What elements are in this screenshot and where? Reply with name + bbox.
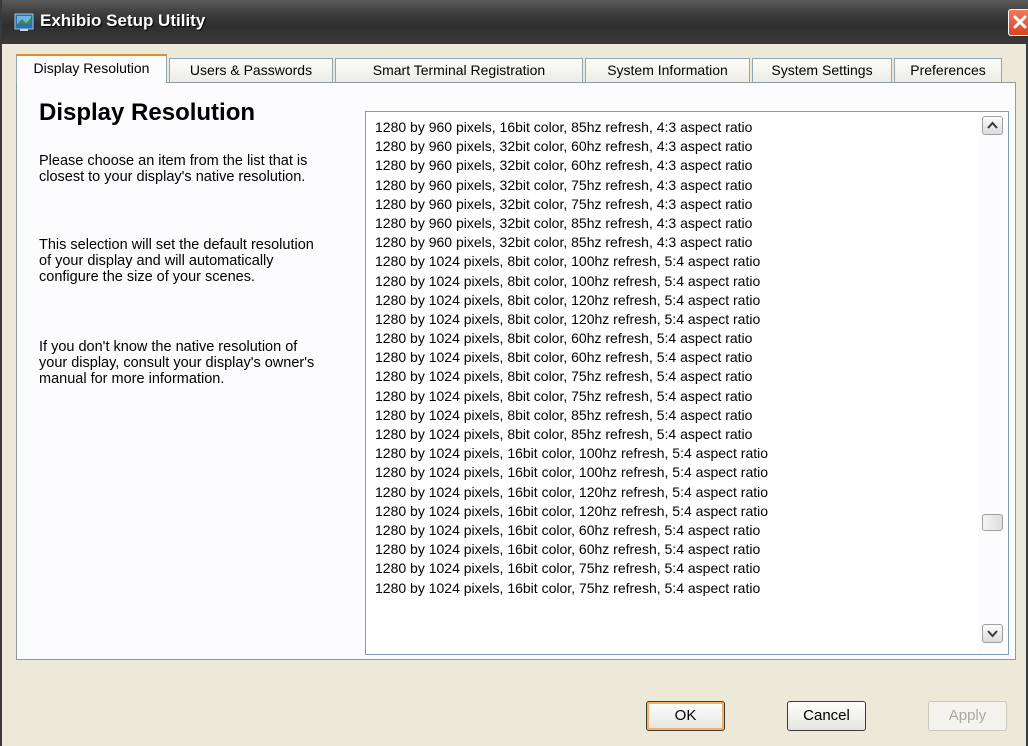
title-bar[interactable]: Exhibio Setup Utility: [2, 0, 1028, 44]
tab-users-passwords[interactable]: Users & Passwords: [169, 58, 333, 82]
tab-label: Display Resolution: [33, 60, 150, 76]
chevron-up-icon: [987, 121, 998, 129]
tab-display-resolution[interactable]: Display Resolution: [16, 54, 167, 83]
instruction-paragraph: Please choose an item from the list that…: [39, 153, 308, 185]
resolution-items: 1280 by 960 pixels, 16bit color, 85hz re…: [375, 118, 975, 598]
panel-title: Display Resolution: [39, 99, 256, 126]
cancel-button[interactable]: Cancel: [787, 701, 866, 731]
resolution-option[interactable]: 1280 by 1024 pixels, 8bit color, 100hz r…: [375, 252, 975, 271]
resolution-option[interactable]: 1280 by 960 pixels, 16bit color, 85hz re…: [375, 118, 975, 137]
scroll-up-button[interactable]: [982, 116, 1003, 135]
tab-system-information[interactable]: System Information: [585, 58, 750, 82]
tab-smart-terminal-registration[interactable]: Smart Terminal Registration: [335, 58, 583, 82]
close-icon: [1013, 15, 1027, 29]
tab-label: System Settings: [771, 62, 873, 78]
resolution-option[interactable]: 1280 by 960 pixels, 32bit color, 60hz re…: [375, 137, 975, 156]
resolution-option[interactable]: 1280 by 1024 pixels, 16bit color, 60hz r…: [375, 540, 975, 559]
tab-label: Preferences: [910, 62, 986, 78]
close-button[interactable]: [1008, 9, 1028, 36]
resolution-option[interactable]: 1280 by 1024 pixels, 16bit color, 120hz …: [375, 502, 975, 521]
window-title: Exhibio Setup Utility: [40, 11, 206, 30]
resolution-option[interactable]: 1280 by 960 pixels, 32bit color, 75hz re…: [375, 176, 975, 195]
explanation-paragraph: This selection will set the default reso…: [39, 237, 314, 285]
apply-button[interactable]: Apply: [928, 701, 1007, 731]
resolution-option[interactable]: 1280 by 1024 pixels, 8bit color, 75hz re…: [375, 367, 975, 386]
resolution-option[interactable]: 1280 by 960 pixels, 32bit color, 85hz re…: [375, 233, 975, 252]
vertical-scrollbar[interactable]: [978, 113, 1007, 653]
resolution-option[interactable]: 1280 by 1024 pixels, 16bit color, 75hz r…: [375, 579, 975, 598]
resolution-option[interactable]: 1280 by 1024 pixels, 8bit color, 75hz re…: [375, 387, 975, 406]
display-resolution-panel: Display Resolution Please choose an item…: [16, 82, 1016, 660]
resolution-option[interactable]: 1280 by 1024 pixels, 8bit color, 85hz re…: [375, 406, 975, 425]
resolution-option[interactable]: 1280 by 1024 pixels, 8bit color, 120hz r…: [375, 291, 975, 310]
resolution-option[interactable]: 1280 by 1024 pixels, 16bit color, 75hz r…: [375, 559, 975, 578]
tab-label: Smart Terminal Registration: [372, 62, 546, 78]
resolution-option[interactable]: 1280 by 1024 pixels, 8bit color, 60hz re…: [375, 348, 975, 367]
resolution-option[interactable]: 1280 by 1024 pixels, 8bit color, 85hz re…: [375, 425, 975, 444]
help-paragraph: If you don't know the native resolution …: [39, 339, 315, 387]
resolution-listbox[interactable]: 1280 by 960 pixels, 16bit color, 85hz re…: [365, 111, 1009, 655]
resolution-option[interactable]: 1280 by 1024 pixels, 16bit color, 120hz …: [375, 483, 975, 502]
resolution-option[interactable]: 1280 by 1024 pixels, 16bit color, 60hz r…: [375, 521, 975, 540]
resolution-option[interactable]: 1280 by 1024 pixels, 8bit color, 100hz r…: [375, 272, 975, 291]
tab-label: System Information: [607, 62, 728, 78]
resolution-option[interactable]: 1280 by 960 pixels, 32bit color, 60hz re…: [375, 156, 975, 175]
resolution-option[interactable]: 1280 by 960 pixels, 32bit color, 75hz re…: [375, 195, 975, 214]
resolution-option[interactable]: 1280 by 960 pixels, 32bit color, 85hz re…: [375, 214, 975, 233]
tab-system-settings[interactable]: System Settings: [752, 58, 892, 82]
resolution-option[interactable]: 1280 by 1024 pixels, 16bit color, 100hz …: [375, 444, 975, 463]
ok-button[interactable]: OK: [646, 701, 725, 731]
scrollbar-thumb[interactable]: [982, 514, 1003, 531]
resolution-option[interactable]: 1280 by 1024 pixels, 8bit color, 120hz r…: [375, 310, 975, 329]
chevron-down-icon: [987, 630, 998, 638]
resolution-option[interactable]: 1280 by 1024 pixels, 16bit color, 100hz …: [375, 463, 975, 482]
exhibio-app-icon: [14, 12, 34, 32]
resolution-option[interactable]: 1280 by 1024 pixels, 8bit color, 60hz re…: [375, 329, 975, 348]
scroll-down-button[interactable]: [982, 624, 1003, 643]
tab-preferences[interactable]: Preferences: [894, 58, 1002, 82]
setup-window: Exhibio Setup Utility Display Resolution…: [0, 0, 1028, 746]
tab-label: Users & Passwords: [189, 62, 313, 78]
